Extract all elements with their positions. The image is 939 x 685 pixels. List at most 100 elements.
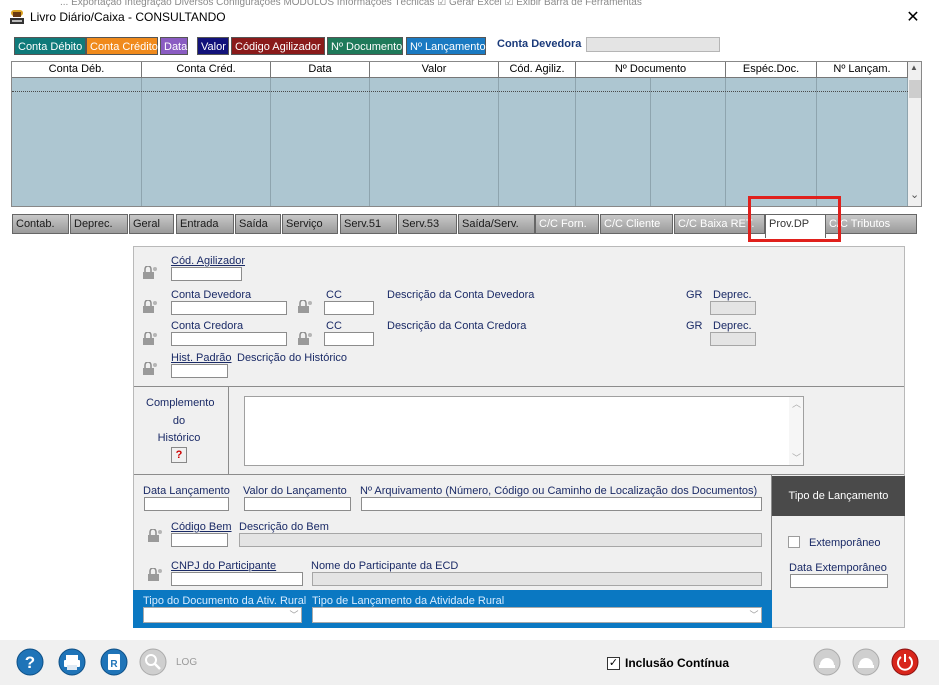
scroll-down-icon[interactable]: ⌄	[910, 188, 919, 201]
chevron-down-icon[interactable]: ﹀	[287, 608, 301, 622]
grid-column-header[interactable]: Nº Documento	[576, 62, 726, 78]
grid-selected-row[interactable]	[12, 91, 908, 92]
chevron-down-icon[interactable]: ﹀	[792, 451, 801, 464]
tab-serv-51[interactable]: Serv.51	[340, 214, 397, 234]
desc-devedora-label: Descrição da Conta Devedora	[387, 289, 535, 301]
tab-servi-o[interactable]: Serviço	[282, 214, 338, 234]
hist-padrao-label: Hist. Padrão	[171, 352, 232, 364]
data-lancamento-input[interactable]	[144, 497, 229, 511]
desc-historico-label: Descrição do Histórico	[237, 352, 348, 364]
tab-sa-da[interactable]: Saída	[235, 214, 281, 234]
complemento-textarea[interactable]: ︿ ﹀	[244, 396, 804, 466]
grid-column-header[interactable]: Espéc.Doc.	[726, 62, 817, 78]
deprec-credora-field	[710, 332, 756, 346]
lock-icon[interactable]	[147, 568, 163, 582]
log-label: LOG	[176, 657, 198, 668]
data-lancamento-label: Data Lançamento	[143, 485, 230, 497]
grid-column-header[interactable]: Conta Créd.	[142, 62, 271, 78]
conta-credora-input[interactable]	[171, 332, 287, 346]
extemporaneo-checkbox[interactable]	[788, 536, 800, 548]
grid-scrollbar[interactable]: ▲ ⌄	[908, 62, 921, 206]
entries-grid[interactable]: Conta Déb. Conta Créd. Data Valor Cód. Agili…	[11, 61, 922, 207]
grid-column-header[interactable]: Valor	[370, 62, 499, 78]
gr-credora-label: GR	[686, 320, 703, 332]
tipo-doc-rural-select[interactable]: ﹀	[143, 607, 302, 623]
cc-devedora-input[interactable]	[324, 301, 374, 315]
codigo-bem-input[interactable]	[171, 533, 228, 547]
order-tab[interactable]: Código Agilizador	[231, 37, 325, 55]
deprec-credora-label: Deprec.	[713, 320, 752, 332]
complemento-label-3: Histórico	[157, 432, 201, 444]
order-tab[interactable]: Data	[160, 37, 188, 55]
lock-icon[interactable]	[142, 362, 158, 376]
window-title: Livro Diário/Caixa - CONSULTANDO	[30, 10, 226, 24]
lock-icon[interactable]	[142, 300, 158, 314]
chevron-down-icon[interactable]: ﹀	[747, 608, 761, 622]
order-tab[interactable]: Conta Crédito	[86, 37, 158, 55]
desc-credora-label: Descrição da Conta Credora	[387, 320, 527, 332]
tab-geral[interactable]: Geral	[129, 214, 174, 234]
cc-credora-input[interactable]	[324, 332, 374, 346]
order-tab[interactable]: Valor	[197, 37, 229, 55]
log-search-icon[interactable]	[139, 648, 167, 676]
grid-column-header[interactable]: Nº Lançam.	[817, 62, 908, 78]
tipo-lanc-rural-label: Tipo de Lançamento da Atividade Rural	[312, 595, 505, 607]
helmet-icon[interactable]	[813, 648, 841, 676]
scroll-thumb[interactable]	[909, 80, 921, 98]
conta-devedora-input[interactable]	[171, 301, 287, 315]
lock-icon[interactable]	[147, 529, 163, 543]
chevron-up-icon[interactable]: ︿	[792, 397, 801, 410]
conta-devedora-display	[586, 37, 720, 52]
tab-deprec[interactable]: Deprec.	[70, 214, 128, 234]
inclusao-continua-checkbox[interactable]: ✓	[607, 657, 620, 670]
window-titlebar: ... Exportação Integração Diversos Confi…	[0, 0, 939, 34]
valor-lancamento-input[interactable]	[244, 497, 351, 511]
grid-header: Conta Déb. Conta Créd. Data Valor Cód. Agili…	[12, 62, 908, 78]
close-icon[interactable]: ✕	[903, 7, 923, 27]
tab-c-c-cliente[interactable]: C/C Cliente	[600, 214, 673, 234]
grid-column	[12, 78, 142, 206]
tab-serv-53[interactable]: Serv.53	[398, 214, 457, 234]
tab-entrada[interactable]: Entrada	[176, 214, 234, 234]
report-icon[interactable]: R	[100, 648, 128, 676]
tipo-doc-rural-label: Tipo do Documento da Ativ. Rural	[143, 595, 307, 607]
scroll-up-icon[interactable]: ▲	[910, 63, 918, 72]
textarea-scrollbar[interactable]: ︿ ﹀	[789, 397, 803, 465]
grid-column-header[interactable]: Data	[271, 62, 370, 78]
tab-sa-da-serv[interactable]: Saída/Serv.	[458, 214, 535, 234]
num-arquivamento-input[interactable]	[361, 497, 762, 511]
descricao-bem-field	[239, 533, 762, 547]
helmet-icon[interactable]	[852, 648, 880, 676]
app-icon	[10, 10, 24, 24]
cc-devedora-label: CC	[326, 289, 342, 301]
tab-c-c-forn[interactable]: C/C Forn.	[535, 214, 599, 234]
descricao-bem-label: Descrição do Bem	[239, 521, 329, 533]
hist-padrao-input[interactable]	[171, 364, 228, 378]
codigo-bem-label: Código Bem	[171, 521, 232, 533]
order-tab[interactable]: Conta Débito	[14, 37, 86, 55]
data-extemporaneo-input[interactable]	[790, 574, 888, 588]
grid-column-header[interactable]: Cód. Agiliz.	[499, 62, 576, 78]
print-icon[interactable]	[58, 648, 86, 676]
lock-icon[interactable]	[142, 266, 158, 280]
deprec-devedora-label: Deprec.	[713, 289, 752, 301]
valor-lancamento-label: Valor do Lançamento	[243, 485, 347, 497]
tipo-lanc-rural-select[interactable]: ﹀	[312, 607, 762, 623]
tab-contab[interactable]: Contab.	[12, 214, 69, 234]
lock-icon[interactable]	[297, 300, 313, 314]
order-tab[interactable]: Nº Documento	[327, 37, 403, 55]
help-icon[interactable]: ?	[16, 648, 44, 676]
power-icon[interactable]	[891, 648, 919, 676]
help-button[interactable]: ?	[171, 447, 187, 463]
divider-vertical	[228, 387, 229, 474]
cod-agilizador-input[interactable]	[171, 267, 242, 281]
gr-devedora-label: GR	[686, 289, 703, 301]
lock-icon[interactable]	[297, 332, 313, 346]
grid-column	[370, 78, 499, 206]
cnpj-participante-input[interactable]	[171, 572, 303, 586]
lock-icon[interactable]	[142, 332, 158, 346]
order-tab[interactable]: Nº Lançamento	[406, 37, 486, 55]
nome-participante-field	[312, 572, 762, 586]
grid-column-header[interactable]: Conta Déb.	[12, 62, 142, 78]
deprec-devedora-field	[710, 301, 756, 315]
